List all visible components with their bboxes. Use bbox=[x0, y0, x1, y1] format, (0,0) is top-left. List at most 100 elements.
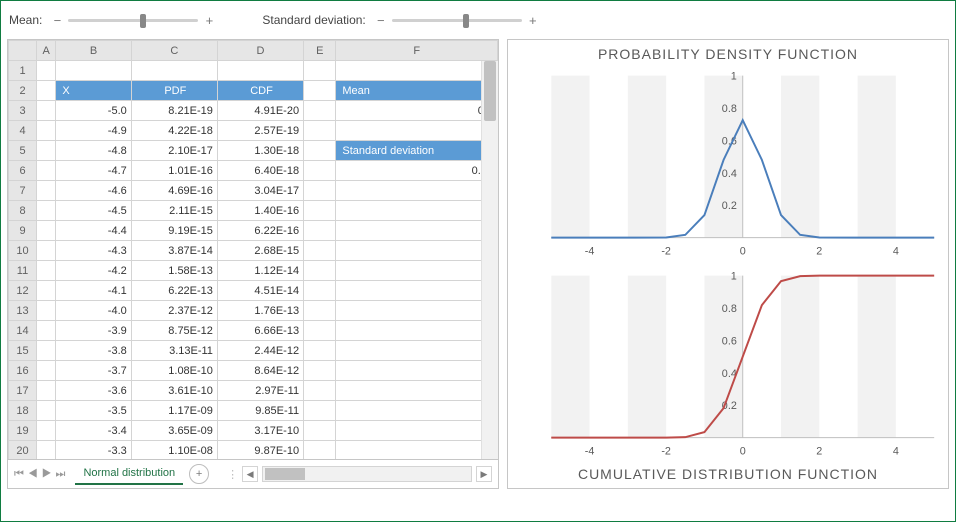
row-header[interactable]: 20 bbox=[9, 441, 37, 460]
x-cell[interactable]: -4.4 bbox=[56, 221, 131, 241]
row-header[interactable]: 8 bbox=[9, 201, 37, 221]
table-row[interactable]: 4-4.94.22E-182.57E-19 bbox=[9, 121, 498, 141]
header-pdf-cell[interactable]: PDF bbox=[131, 81, 217, 101]
x-cell[interactable]: -3.7 bbox=[56, 361, 131, 381]
pdf-cell[interactable]: 1.01E-16 bbox=[131, 161, 217, 181]
table-row[interactable]: 12-4.16.22E-134.51E-14 bbox=[9, 281, 498, 301]
mean-slider[interactable]: − + bbox=[50, 13, 216, 27]
x-cell[interactable]: -4.1 bbox=[56, 281, 131, 301]
spreadsheet-grid[interactable]: A B C D E F 12XPDFCDFMean3-5.08.21E-194.… bbox=[8, 40, 498, 459]
sheet-nav-last-icon[interactable]: ⏭ bbox=[56, 468, 70, 480]
row-header[interactable]: 17 bbox=[9, 381, 37, 401]
row-header[interactable]: 11 bbox=[9, 261, 37, 281]
sd-slider-thumb[interactable] bbox=[463, 14, 469, 28]
cdf-cell[interactable]: 6.40E-18 bbox=[217, 161, 303, 181]
cdf-cell[interactable]: 2.68E-15 bbox=[217, 241, 303, 261]
col-header-d[interactable]: D bbox=[217, 41, 303, 61]
col-header-c[interactable]: C bbox=[131, 41, 217, 61]
cdf-cell[interactable]: 9.85E-11 bbox=[217, 401, 303, 421]
mean-value-cell[interactable]: 0.0 bbox=[336, 101, 498, 121]
x-cell[interactable]: -3.6 bbox=[56, 381, 131, 401]
row-header[interactable]: 15 bbox=[9, 341, 37, 361]
x-cell[interactable]: -4.3 bbox=[56, 241, 131, 261]
table-row[interactable]: 19-3.43.65E-093.17E-10 bbox=[9, 421, 498, 441]
cdf-cell[interactable]: 6.22E-16 bbox=[217, 221, 303, 241]
pdf-cell[interactable]: 3.65E-09 bbox=[131, 421, 217, 441]
table-row[interactable]: 1 bbox=[9, 61, 498, 81]
cdf-cell[interactable]: 1.40E-16 bbox=[217, 201, 303, 221]
x-cell[interactable]: -4.7 bbox=[56, 161, 131, 181]
pdf-cell[interactable]: 3.61E-10 bbox=[131, 381, 217, 401]
add-sheet-button[interactable]: + bbox=[189, 464, 209, 484]
cdf-cell[interactable]: 6.66E-13 bbox=[217, 321, 303, 341]
row-header[interactable]: 7 bbox=[9, 181, 37, 201]
sd-slider-track[interactable] bbox=[392, 19, 522, 22]
mean-slider-thumb[interactable] bbox=[140, 14, 146, 28]
table-row[interactable]: 2XPDFCDFMean bbox=[9, 81, 498, 101]
x-cell[interactable]: -4.8 bbox=[56, 141, 131, 161]
row-header[interactable]: 9 bbox=[9, 221, 37, 241]
header-x-cell[interactable]: X bbox=[56, 81, 131, 101]
sd-decrease-button[interactable]: − bbox=[374, 13, 388, 27]
row-header[interactable]: 6 bbox=[9, 161, 37, 181]
table-row[interactable]: 9 -4.49.19E-156.22E-16 bbox=[9, 221, 498, 241]
col-header-a[interactable]: A bbox=[37, 41, 56, 61]
pdf-cell[interactable]: 9.19E-15 bbox=[131, 221, 217, 241]
cdf-cell[interactable]: 1.12E-14 bbox=[217, 261, 303, 281]
vertical-scrollbar-thumb[interactable] bbox=[484, 61, 496, 121]
pdf-cell[interactable]: 4.22E-18 bbox=[131, 121, 217, 141]
sheet-nav-next-icon[interactable]: ▶ bbox=[42, 468, 56, 480]
cdf-cell[interactable]: 1.76E-13 bbox=[217, 301, 303, 321]
x-cell[interactable]: -4.6 bbox=[56, 181, 131, 201]
sheet-tab-active[interactable]: Normal distribution bbox=[75, 463, 183, 485]
x-cell[interactable]: -4.0 bbox=[56, 301, 131, 321]
sd-value-cell[interactable]: 0.55 bbox=[336, 161, 498, 181]
select-all-cell[interactable] bbox=[9, 41, 37, 61]
mean-slider-track[interactable] bbox=[68, 19, 198, 22]
table-row[interactable]: 17 -3.63.61E-102.97E-11 bbox=[9, 381, 498, 401]
row-header[interactable]: 10 bbox=[9, 241, 37, 261]
sheet-nav-first-icon[interactable]: ⏮ bbox=[14, 468, 28, 480]
x-cell[interactable]: -4.5 bbox=[56, 201, 131, 221]
row-header[interactable]: 16 bbox=[9, 361, 37, 381]
pdf-cell[interactable]: 1.08E-10 bbox=[131, 361, 217, 381]
table-row[interactable]: 11-4.21.58E-131.12E-14 bbox=[9, 261, 498, 281]
pdf-cell[interactable]: 2.37E-12 bbox=[131, 301, 217, 321]
hscroll-grip-icon[interactable]: ⋮ bbox=[227, 468, 238, 481]
table-row[interactable]: 7-4.64.69E-163.04E-17 bbox=[9, 181, 498, 201]
table-row[interactable]: 5-4.82.10E-171.30E-18Standard deviation bbox=[9, 141, 498, 161]
table-row[interactable]: 13-4.02.37E-121.76E-13 bbox=[9, 301, 498, 321]
cdf-cell[interactable]: 8.64E-12 bbox=[217, 361, 303, 381]
col-header-f[interactable]: F bbox=[336, 41, 498, 61]
pdf-cell[interactable]: 3.13E-11 bbox=[131, 341, 217, 361]
cdf-cell[interactable]: 4.51E-14 bbox=[217, 281, 303, 301]
cdf-cell[interactable]: 3.17E-10 bbox=[217, 421, 303, 441]
mean-label-cell[interactable]: Mean bbox=[336, 81, 498, 101]
x-cell[interactable]: -4.2 bbox=[56, 261, 131, 281]
cdf-cell[interactable]: 1.30E-18 bbox=[217, 141, 303, 161]
row-header[interactable]: 1 bbox=[9, 61, 37, 81]
cdf-cell[interactable]: 2.97E-11 bbox=[217, 381, 303, 401]
row-header[interactable]: 18 bbox=[9, 401, 37, 421]
table-row[interactable]: 16 -3.71.08E-108.64E-12 bbox=[9, 361, 498, 381]
table-row[interactable]: 6 -4.71.01E-166.40E-18 0.55 bbox=[9, 161, 498, 181]
table-row[interactable]: 15-3.83.13E-112.44E-12 bbox=[9, 341, 498, 361]
pdf-chart[interactable]: -4-20240.20.40.60.81 bbox=[512, 64, 944, 264]
row-header[interactable]: 2 bbox=[9, 81, 37, 101]
sheet-nav-prev-icon[interactable]: ◀ bbox=[28, 468, 42, 480]
cdf-cell[interactable]: 4.91E-20 bbox=[217, 101, 303, 121]
row-header[interactable]: 14 bbox=[9, 321, 37, 341]
x-cell[interactable]: -4.9 bbox=[56, 121, 131, 141]
row-header[interactable]: 5 bbox=[9, 141, 37, 161]
table-row[interactable]: 20-3.31.10E-089.87E-10 bbox=[9, 441, 498, 460]
pdf-cell[interactable]: 8.21E-19 bbox=[131, 101, 217, 121]
cdf-cell[interactable]: 9.87E-10 bbox=[217, 441, 303, 460]
row-header[interactable]: 19 bbox=[9, 421, 37, 441]
pdf-cell[interactable]: 3.87E-14 bbox=[131, 241, 217, 261]
table-row[interactable]: 10 -4.33.87E-142.68E-15 bbox=[9, 241, 498, 261]
hscroll-right-button[interactable]: ▶ bbox=[476, 466, 492, 482]
pdf-cell[interactable]: 4.69E-16 bbox=[131, 181, 217, 201]
mean-increase-button[interactable]: + bbox=[202, 13, 216, 27]
mean-decrease-button[interactable]: − bbox=[50, 13, 64, 27]
horizontal-scrollbar[interactable]: ⋮ ◀ ▶ bbox=[227, 466, 492, 482]
